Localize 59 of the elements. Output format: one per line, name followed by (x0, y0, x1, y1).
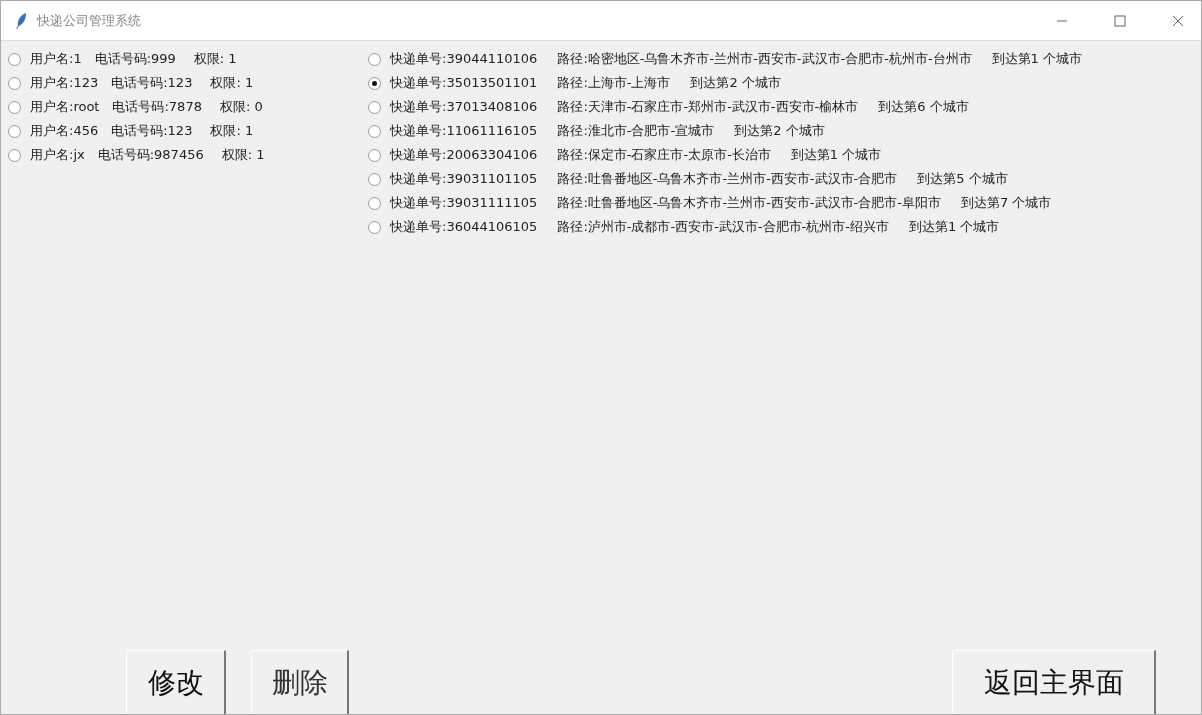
username-label: 用户名:1 (30, 50, 82, 68)
progress-label: 到达第1 个城市 (991, 50, 1082, 68)
feather-icon (15, 11, 27, 30)
edit-button[interactable]: 修改 (126, 650, 226, 714)
radio-button[interactable] (368, 76, 381, 90)
route-label: 路径:天津市-石家庄市-郑州市-武汉市-西安市-榆林市 (557, 98, 859, 116)
progress-label: 到达第1 个城市 (790, 146, 882, 164)
phone-label: 电话号码:987456 (97, 146, 204, 164)
window-title: 快递公司管理系统 (37, 11, 142, 30)
username-label: 用户名:456 (30, 122, 99, 140)
username-label: 用户名:123 (30, 74, 99, 92)
permission-label: 权限: 0 (219, 98, 263, 116)
permission-label: 权限: 1 (221, 146, 265, 164)
tracking-number-label: 快递单号:20063304106 (390, 146, 538, 164)
route-label: 路径:吐鲁番地区-乌鲁木齐市-兰州市-西安市-武汉市-合肥市-阜阳市 (557, 194, 941, 212)
radio-button[interactable] (368, 52, 381, 66)
permission-label: 权限: 1 (210, 122, 254, 140)
tracking-number-label: 快递单号:37013408106 (390, 98, 538, 116)
route-label: 路径:吐鲁番地区-乌鲁木齐市-兰州市-西安市-武汉市-合肥市 (557, 170, 898, 188)
tracking-number-label: 快递单号:39044110106 (390, 50, 538, 68)
route-label: 路径:上海市-上海市 (557, 74, 671, 92)
close-icon[interactable] (1172, 14, 1184, 27)
route-label: 路径:哈密地区-乌鲁木齐市-兰州市-西安市-武汉市-合肥市-杭州市-台州市 (557, 50, 972, 68)
radio-button[interactable] (8, 52, 21, 66)
permission-label: 权限: 1 (210, 74, 254, 92)
progress-label: 到达第6 个城市 (878, 98, 969, 116)
progress-label: 到达第2 个城市 (690, 74, 781, 92)
route-label: 路径:淮北市-合肥市-宣城市 (557, 122, 715, 140)
radio-button[interactable] (368, 124, 381, 138)
tracking-number-label: 快递单号:35013501101 (390, 74, 538, 92)
phone-label: 电话号码:123 (111, 74, 193, 92)
phone-label: 电话号码:999 (94, 50, 176, 68)
radio-button[interactable] (368, 172, 381, 186)
radio-button[interactable] (368, 196, 381, 210)
radio-button[interactable] (8, 76, 21, 90)
progress-label: 到达第1 个城市 (908, 218, 1000, 236)
username-label: 用户名:jx (30, 146, 85, 164)
progress-label: 到达第7 个城市 (960, 194, 1052, 212)
delete-button[interactable]: 删除 (251, 650, 349, 714)
phone-label: 电话号码:7878 (112, 98, 202, 116)
radio-button[interactable] (368, 220, 381, 234)
radio-button[interactable] (8, 124, 21, 138)
tracking-number-label: 快递单号:39031111105 (390, 194, 538, 212)
maximize-icon[interactable] (1114, 14, 1126, 27)
back-to-main-button[interactable]: 返回主界面 (952, 650, 1156, 714)
permission-label: 权限: 1 (193, 50, 237, 68)
tracking-number-label: 快递单号:11061116105 (390, 122, 538, 140)
radio-button[interactable] (368, 148, 381, 162)
progress-label: 到达第5 个城市 (917, 170, 1008, 188)
progress-label: 到达第2 个城市 (734, 122, 825, 140)
tracking-number-label: 快递单号:36044106105 (390, 218, 538, 236)
phone-label: 电话号码:123 (111, 122, 193, 140)
radio-button[interactable] (8, 100, 21, 114)
radio-button[interactable] (368, 100, 381, 114)
username-label: 用户名:root (30, 98, 100, 116)
radio-button[interactable] (8, 148, 21, 162)
tracking-number-label: 快递单号:39031101105 (390, 170, 538, 188)
route-label: 路径:泸州市-成都市-西安市-武汉市-合肥市-杭州市-绍兴市 (557, 218, 889, 236)
route-label: 路径:保定市-石家庄市-太原市-长治市 (557, 146, 771, 164)
